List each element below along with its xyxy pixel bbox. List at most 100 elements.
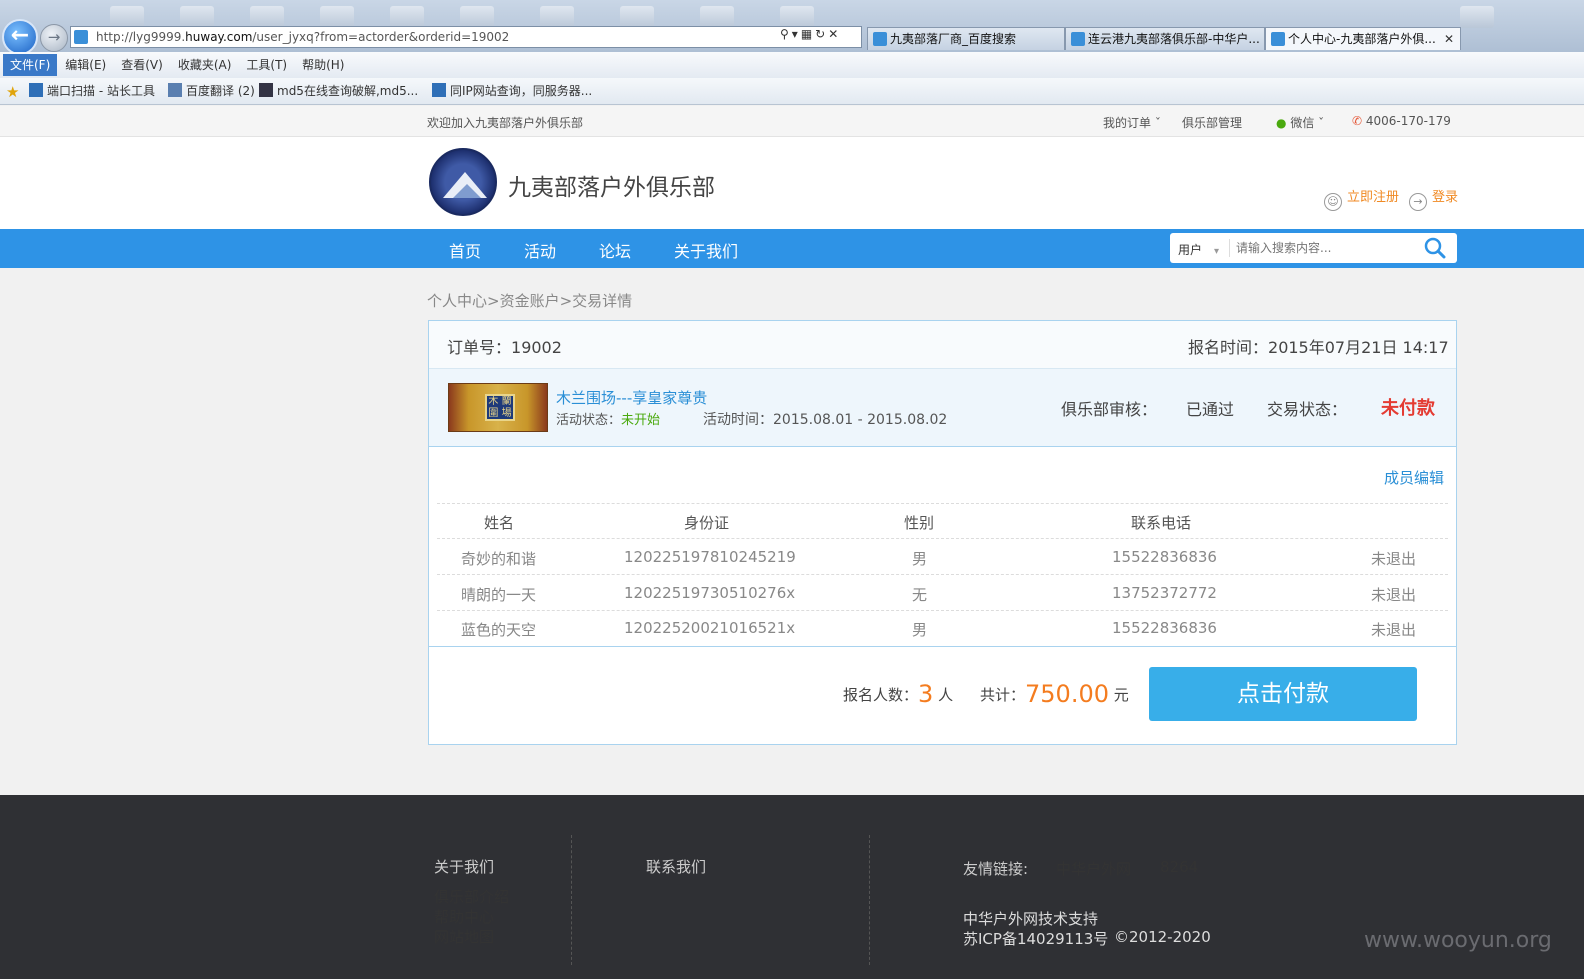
menu-file[interactable]: 文件(F) xyxy=(3,54,58,76)
icp-text: 苏ICP备14029113号 xyxy=(963,930,1109,948)
nav-about[interactable]: 关于我们 xyxy=(674,238,738,262)
forward-button[interactable]: → xyxy=(40,24,68,52)
favorite-link[interactable]: md5在线查询破解,md5... xyxy=(259,83,418,99)
refresh-icon[interactable]: ↻ xyxy=(815,27,828,41)
menu-tools[interactable]: 工具(T) xyxy=(239,54,294,76)
login-link[interactable]: → 登录 xyxy=(1409,186,1458,211)
member-id: 120225197810245219 xyxy=(624,548,796,566)
close-tab-icon[interactable]: ✕ xyxy=(1444,28,1454,50)
tab-favicon-icon xyxy=(1271,32,1285,46)
site-header xyxy=(0,137,1584,229)
phone-info: ✆ 4006-170-179 xyxy=(1352,114,1451,128)
site-name: 九夷部落户外俱乐部 xyxy=(508,175,715,201)
browser-tab[interactable]: 九夷部落厂商_百度搜索 xyxy=(867,27,1065,50)
back-button[interactable]: ← xyxy=(2,19,38,55)
search-input[interactable] xyxy=(1236,238,1416,258)
member-phone: 13752372772 xyxy=(1112,584,1217,602)
footer-contact-title: 联系我们 xyxy=(646,858,707,876)
bookmark-icon xyxy=(168,83,182,97)
col-header-name: 姓名 xyxy=(484,514,515,532)
menu-view[interactable]: 查看(V) xyxy=(114,54,170,76)
dropdown-icon[interactable]: ▾ xyxy=(792,27,801,41)
breadcrumb[interactable]: 个人中心>资金账户>交易详情 xyxy=(427,290,632,311)
trade-status-value: 未付款 xyxy=(1381,398,1435,419)
order-number: 订单号：19002 xyxy=(447,338,562,357)
member-edit-link[interactable]: 成员编辑 xyxy=(1384,467,1444,488)
favorite-link[interactable]: 百度翻译 (2) xyxy=(168,83,255,99)
menu-help[interactable]: 帮助(H) xyxy=(295,54,351,76)
wechat-link[interactable]: ● 微信 ˇ xyxy=(1276,114,1324,131)
footer-about-title: 关于我们 xyxy=(434,858,495,876)
col-header-phone: 联系电话 xyxy=(1131,514,1192,532)
tech-support-text: 中华户外网技术支持 xyxy=(963,910,1099,928)
chevron-down-icon: ˇ xyxy=(1318,116,1325,130)
friend-link[interactable]: 中华户外网 xyxy=(1056,858,1131,879)
member-name: 蓝色的天空 xyxy=(461,621,537,639)
url-prefix: http://lyg9999. xyxy=(96,30,186,44)
compat-view-icon[interactable]: ▦ xyxy=(801,27,815,41)
friend-links-label: 友情链接: xyxy=(963,860,1029,878)
member-phone: 15522836836 xyxy=(1112,619,1217,637)
blurred-thumbnail xyxy=(320,6,354,28)
pay-button[interactable]: 点击付款 xyxy=(1149,667,1417,721)
blurred-thumbnail xyxy=(700,6,734,28)
nav-activities[interactable]: 活动 xyxy=(524,238,556,262)
member-gender: 无 xyxy=(912,586,928,604)
member-name: 晴朗的一天 xyxy=(461,586,537,604)
chevron-down-icon: ˇ xyxy=(1154,116,1161,130)
footer-link[interactable]: 网站地图 xyxy=(434,926,494,947)
search-box: 用户 ▾ xyxy=(1170,233,1457,263)
blurred-thumbnail xyxy=(460,6,494,28)
activity-title-link[interactable]: 木兰围场---享皇家尊贵 xyxy=(556,387,707,408)
copyright-text: ©2012-2020 xyxy=(1114,928,1211,946)
user-icon: ☺ xyxy=(1324,193,1342,211)
search-icon[interactable]: ⚲ xyxy=(780,27,792,41)
member-status: 未退出 xyxy=(1371,586,1417,604)
site-footer xyxy=(0,795,1584,979)
club-review-label: 俱乐部审核： xyxy=(1061,400,1158,419)
col-header-gender: 性别 xyxy=(904,514,935,532)
club-logo[interactable] xyxy=(429,148,497,216)
member-gender: 男 xyxy=(912,621,928,639)
footer-link[interactable]: 帮助中心 xyxy=(434,906,494,927)
member-phone: 15522836836 xyxy=(1112,548,1217,566)
stop-icon[interactable]: ✕ xyxy=(828,27,841,41)
search-scope-select[interactable]: 用户 ▾ xyxy=(1178,241,1219,258)
tab-label: 个人中心-九夷部落户外俱... xyxy=(1288,32,1436,46)
activity-thumbnail[interactable]: 木 蘭圍 場 xyxy=(448,383,548,432)
blurred-thumbnail xyxy=(620,6,654,28)
menu-edit[interactable]: 编辑(E) xyxy=(58,54,113,76)
chevron-down-icon: ▾ xyxy=(1214,246,1220,257)
blurred-thumbnail xyxy=(540,6,574,28)
activity-status-value: 未开始 xyxy=(621,413,661,428)
total-amount-value: 750.00 xyxy=(1025,680,1109,708)
total-amount: 共计：750.00 元 xyxy=(980,680,1129,708)
favorites-star-icon[interactable]: ★ xyxy=(6,83,19,101)
member-status: 未退出 xyxy=(1371,550,1417,568)
url-host: huway.com xyxy=(185,30,253,44)
member-id: 12022520021016521x xyxy=(624,619,796,637)
menu-favorites[interactable]: 收藏夹(A) xyxy=(171,54,239,76)
tab-label: 九夷部落厂商_百度搜索 xyxy=(890,32,1017,46)
search-icon[interactable] xyxy=(1424,237,1446,259)
club-manage-link[interactable]: 俱乐部管理 xyxy=(1182,114,1242,131)
my-orders-link[interactable]: 我的订单 ˇ xyxy=(1103,114,1161,131)
browser-tab[interactable]: 连云港九夷部落俱乐部-中华户... xyxy=(1065,27,1265,50)
address-bar[interactable]: http://lyg9999.huway.com/user_jyxq?from=… xyxy=(70,26,862,48)
nav-home[interactable]: 首页 xyxy=(449,238,481,262)
welcome-text: 欢迎加入九夷部落户外俱乐部 xyxy=(427,116,584,130)
member-gender: 男 xyxy=(912,550,928,568)
url-path: /user_jyxq?from=actorder&orderid=19002 xyxy=(252,30,510,44)
browser-tab-active[interactable]: 个人中心-九夷部落户外俱... ✕ xyxy=(1265,27,1461,50)
login-arrow-icon: → xyxy=(1409,193,1427,211)
register-link[interactable]: ☺ 立即注册 xyxy=(1324,186,1399,211)
favorite-link[interactable]: 端口扫描 - 站长工具 xyxy=(29,83,155,99)
tab-favicon-icon xyxy=(873,32,887,46)
nav-forum[interactable]: 论坛 xyxy=(599,238,631,262)
footer-link[interactable]: 俱乐部介绍 xyxy=(434,886,509,907)
favorite-link[interactable]: 同IP网站查询，同服务器... xyxy=(432,83,592,99)
activity-time: 活动时间：2015.08.01 - 2015.08.02 xyxy=(703,412,948,428)
activity-status: 活动状态：未开始 xyxy=(556,413,661,428)
friend-link[interactable]: 8264 xyxy=(1160,858,1198,876)
member-name: 奇妙的和谐 xyxy=(461,550,537,568)
